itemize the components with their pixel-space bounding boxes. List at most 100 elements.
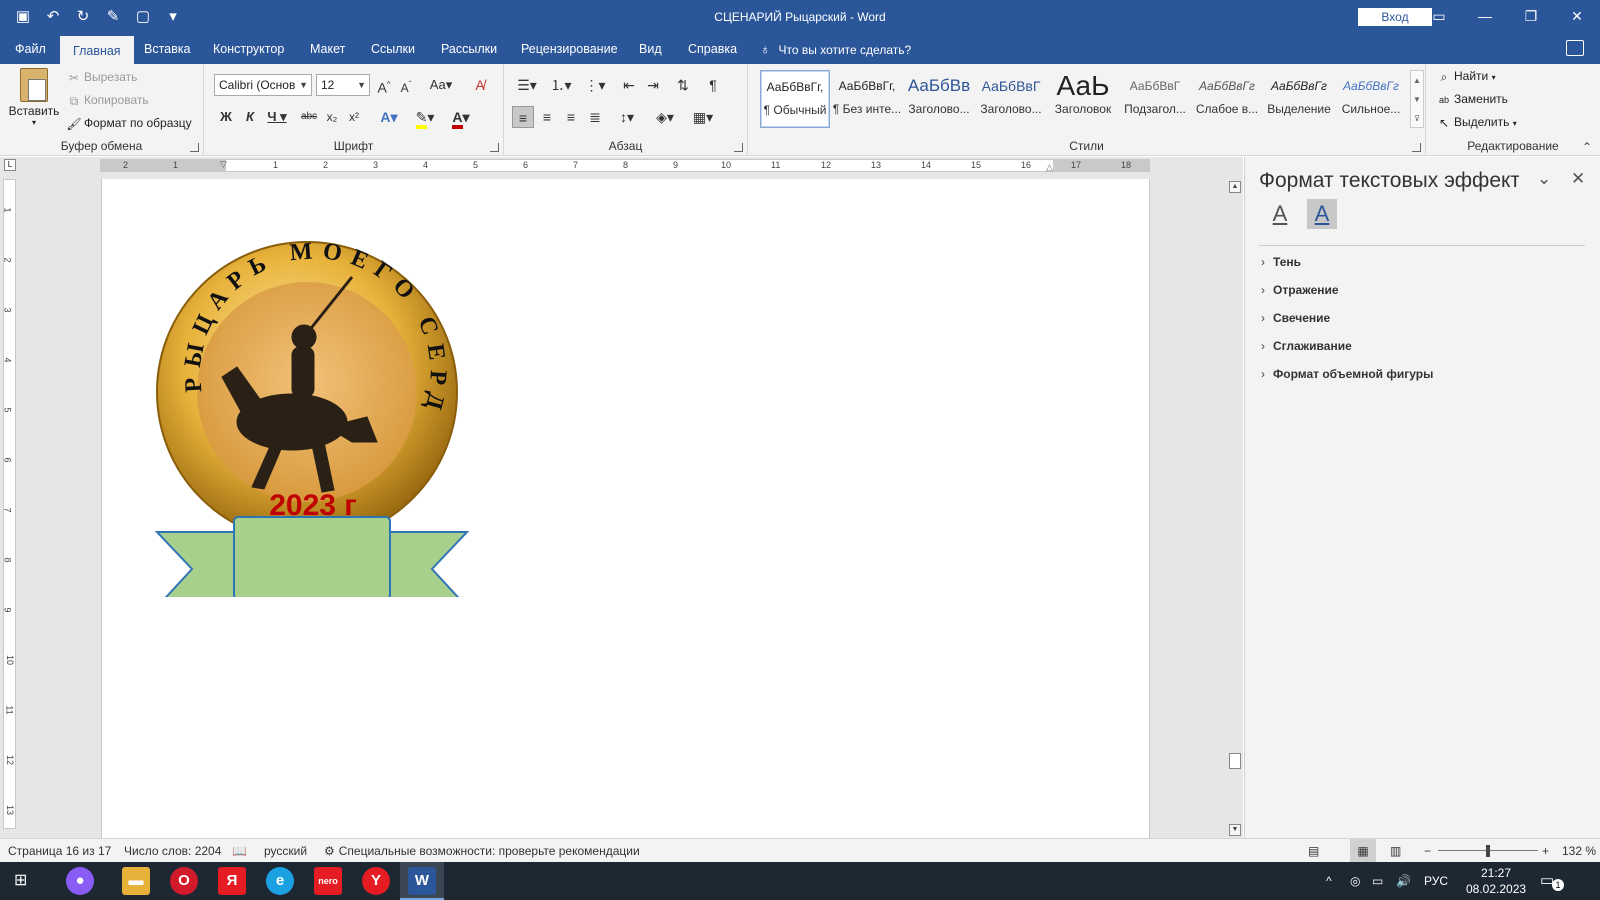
copy-button[interactable]: ⧉ Копировать — [66, 93, 149, 109]
language-indicator[interactable]: русский — [264, 839, 307, 863]
styles-launcher-icon[interactable] — [1412, 143, 1421, 152]
tray-device-icon[interactable]: ◎ — [1350, 862, 1360, 900]
multilevel-list-icon[interactable]: ⋮▾ — [580, 74, 610, 96]
tab-stop-selector-icon[interactable]: L — [4, 159, 16, 171]
style-subtle-emphasis[interactable]: АаБбВвГг Слабое в... — [1192, 70, 1262, 128]
font-name-combo[interactable]: Calibri (Основ ▼ — [214, 74, 312, 96]
style-normal[interactable]: АаБбВвГг, ¶ Обычный — [760, 70, 830, 128]
tab-review[interactable]: Рецензирование — [508, 34, 631, 64]
line-spacing-icon[interactable]: ↕▾ — [612, 106, 642, 128]
tell-me-box[interactable]: ♁ Что вы хотите сделать? — [760, 34, 911, 64]
yandex-icon[interactable]: Я — [218, 867, 246, 895]
restore-button[interactable]: ❐ — [1508, 0, 1554, 34]
italic-icon[interactable]: К — [240, 106, 260, 128]
zoom-slider-thumb[interactable] — [1486, 845, 1490, 857]
opera-icon[interactable]: O — [170, 867, 198, 895]
file-explorer-icon[interactable]: ▬ — [122, 867, 150, 895]
pane-close-icon[interactable]: ✕ — [1571, 169, 1585, 189]
font-size-combo[interactable]: 12 ▼ — [316, 74, 370, 96]
sort-icon[interactable]: ⇅ — [672, 74, 694, 96]
bold-icon[interactable]: Ж — [216, 106, 236, 128]
page-count[interactable]: Страница 16 из 17 — [8, 839, 111, 863]
paragraph-launcher-icon[interactable] — [734, 143, 743, 152]
align-left-icon[interactable]: ≡ — [512, 106, 534, 128]
read-mode-icon[interactable]: ▤ — [1308, 839, 1319, 863]
text-effects-tab-icon[interactable]: A — [1307, 199, 1337, 229]
tab-insert[interactable]: Вставка — [131, 34, 203, 64]
right-indent-marker[interactable]: △ — [1046, 162, 1053, 173]
justify-icon[interactable]: ≣ — [584, 106, 606, 128]
zoom-out-icon[interactable]: − — [1424, 839, 1431, 863]
vertical-ruler[interactable]: 1 2 3 4 5 6 7 8 9 10 11 12 13 — [3, 179, 16, 829]
input-language[interactable]: РУС — [1424, 862, 1448, 900]
change-case-icon[interactable]: Аа▾ — [426, 74, 456, 96]
alice-assistant-icon[interactable]: ● — [66, 867, 94, 895]
find-button[interactable]: ⌕ Найти ▾ — [1436, 69, 1496, 85]
vertical-scrollbar[interactable]: ▲ ▼ — [1227, 179, 1243, 838]
select-button[interactable]: ↖ Выделить ▾ — [1436, 115, 1517, 131]
cut-button[interactable]: ✂ Вырезать — [66, 70, 137, 86]
print-layout-icon[interactable]: ▦ — [1350, 839, 1376, 863]
style-title[interactable]: АаЬ Заголовок — [1048, 70, 1118, 128]
check-icon[interactable]: ✎ — [102, 7, 124, 27]
emblem-graphic[interactable]: РЫЦАРЬ МОЕГО СЕРДЦА — [152, 217, 492, 597]
ribbon-display-options-icon[interactable]: ▭ — [1416, 0, 1462, 34]
style-no-spacing[interactable]: АаБбВвГг, ¶ Без инте... — [832, 70, 902, 128]
tab-help[interactable]: Справка — [675, 34, 750, 64]
section-reflection[interactable]: › Отражение — [1261, 283, 1339, 297]
shrink-font-icon[interactable]: Aˇ — [396, 74, 416, 96]
borders-icon[interactable]: ▦▾ — [688, 106, 718, 128]
minimize-button[interactable]: — — [1462, 0, 1508, 34]
new-document-icon[interactable]: ▢ — [132, 7, 154, 27]
undo-icon[interactable]: ↶ — [42, 7, 64, 27]
section-soft-edges[interactable]: › Сглаживание — [1261, 339, 1352, 353]
superscript-icon[interactable]: x² — [344, 106, 364, 128]
align-right-icon[interactable]: ≡ — [560, 106, 582, 128]
clipboard-launcher-icon[interactable] — [190, 143, 199, 152]
windows-start-icon[interactable]: ⊞ — [14, 873, 30, 889]
section-glow[interactable]: › Свечение — [1261, 311, 1330, 325]
redo-icon[interactable]: ↻ — [72, 7, 94, 27]
underline-icon[interactable]: Ч ▾ — [262, 106, 292, 128]
tab-view[interactable]: Вид — [626, 34, 675, 64]
accessibility-status[interactable]: ⚙ Специальные возможности: проверьте реко… — [324, 839, 640, 863]
decrease-indent-icon[interactable]: ⇤ — [618, 74, 640, 96]
save-icon[interactable]: ▣ — [12, 7, 34, 27]
scroll-down-icon[interactable]: ▼ — [1229, 824, 1241, 836]
scroll-thumb[interactable] — [1229, 753, 1241, 769]
nero-icon[interactable]: nero — [314, 867, 342, 895]
word-taskbar-button[interactable]: W — [400, 862, 444, 900]
chevron-up-icon[interactable]: ▲ — [1411, 71, 1423, 90]
volume-icon[interactable]: 🔊 — [1396, 862, 1411, 900]
word-count[interactable]: Число слов: 2204 — [124, 839, 221, 863]
style-subtitle[interactable]: АаБбВвГ Подзагол... — [1120, 70, 1190, 128]
highlight-icon[interactable]: ✎▾ — [410, 106, 440, 129]
styles-more-icon[interactable]: ⊽ — [1411, 109, 1423, 128]
collapse-ribbon-icon[interactable]: ⌃ — [1582, 140, 1592, 154]
edge-icon[interactable]: e — [266, 867, 294, 895]
grow-font-icon[interactable]: A^ — [374, 74, 394, 96]
font-color-icon[interactable]: A▾ — [446, 106, 476, 129]
clear-formatting-icon[interactable]: A̸ — [470, 74, 490, 96]
yandex-browser-icon[interactable]: Y — [362, 867, 390, 895]
pilcrow-icon[interactable]: ¶ — [702, 74, 724, 96]
tab-references[interactable]: Ссылки — [358, 34, 428, 64]
styles-scroll[interactable]: ▲ ▼ ⊽ — [1410, 70, 1424, 128]
chevron-down-icon[interactable]: ▼ — [1411, 90, 1423, 109]
scroll-up-icon[interactable]: ▲ — [1229, 181, 1241, 193]
first-line-indent-marker[interactable]: ▽ — [220, 159, 227, 170]
paste-button[interactable]: Вставить ▾ — [8, 68, 60, 127]
tab-file[interactable]: Файл — [2, 34, 59, 64]
show-hidden-icons-icon[interactable]: ^ — [1326, 862, 1332, 900]
text-effects-icon[interactable]: A▾ — [374, 106, 404, 128]
customize-qat-icon[interactable]: ▾ — [162, 7, 184, 27]
tab-design[interactable]: Конструктор — [200, 34, 297, 64]
style-heading-2[interactable]: АаБбВвГ Заголово... — [976, 70, 1046, 128]
replace-button[interactable]: ab Заменить — [1436, 92, 1508, 108]
tab-layout[interactable]: Макет — [297, 34, 358, 64]
bullets-icon[interactable]: ☰▾ — [512, 74, 542, 96]
style-intense-emphasis[interactable]: АаБбВвГг Сильное... — [1336, 70, 1406, 128]
numbering-icon[interactable]: ⒈▾ — [546, 74, 576, 96]
zoom-in-icon[interactable]: + — [1542, 839, 1549, 863]
align-center-icon[interactable]: ≡ — [536, 106, 558, 128]
